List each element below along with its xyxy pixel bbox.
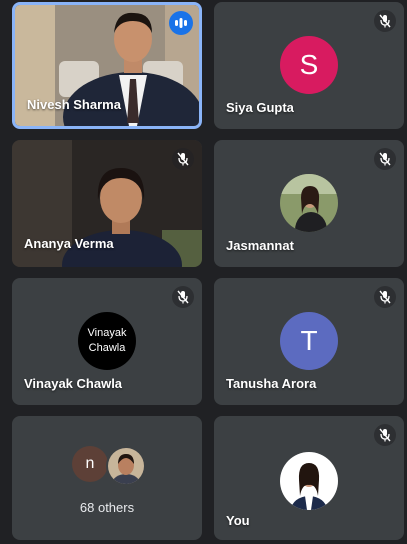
mic-off-icon [374, 148, 396, 170]
mic-off-icon [374, 286, 396, 308]
participant-tile-tanusha-arora[interactable]: T Tanusha Arora [214, 278, 404, 405]
avatar: Vinayak Chawla [78, 312, 136, 370]
participant-name: Vinayak Chawla [24, 376, 123, 391]
avatar [280, 452, 338, 510]
avatar-text: Vinayak [87, 327, 127, 339]
others-count-label: 68 others [79, 500, 135, 515]
participant-tile-vinayak-chawla[interactable]: Vinayak Chawla Vinayak Chawla [12, 278, 202, 405]
mic-off-icon [374, 424, 396, 446]
others-tile[interactable]: n 68 others [12, 416, 202, 540]
participant-name: You [226, 513, 250, 528]
participant-name: Tanusha Arora [226, 376, 317, 391]
speaking-indicator-icon [169, 11, 193, 35]
participant-name: Ananya Verma [24, 236, 114, 251]
avatar: n [72, 446, 108, 482]
avatar: S [280, 36, 338, 94]
mic-off-icon [172, 286, 194, 308]
participant-name: Siya Gupta [226, 100, 294, 115]
avatar [106, 446, 146, 486]
mic-off-icon [374, 10, 396, 32]
mic-off-icon [172, 148, 194, 170]
participant-tile-nivesh-sharma[interactable]: Nivesh Sharma [12, 2, 202, 129]
self-tile[interactable]: You [214, 416, 404, 540]
participant-tile-ananya-verma[interactable]: Ananya Verma [12, 140, 202, 267]
avatar [280, 174, 338, 232]
avatar-text: Chawla [88, 342, 126, 354]
participant-name: Nivesh Sharma [27, 97, 121, 112]
participant-name: Jasmannat [226, 238, 294, 253]
participant-tile-siya-gupta[interactable]: S Siya Gupta [214, 2, 404, 129]
avatar: T [280, 312, 338, 370]
participant-tile-jasmannat[interactable]: Jasmannat [214, 140, 404, 267]
